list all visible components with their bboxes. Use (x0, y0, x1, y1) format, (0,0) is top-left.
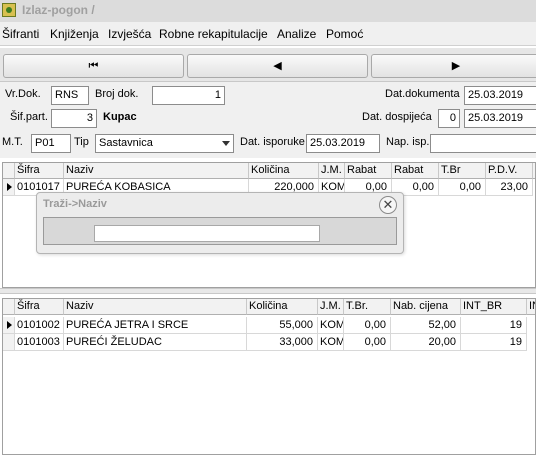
table-cell[interactable]: PUREĆA JETRA I SRCE (64, 317, 247, 334)
menu-analize[interactable]: Analize (277, 27, 316, 41)
menu-knjizenja[interactable]: Knjiženja (50, 27, 99, 41)
table-cell[interactable]: 20,00 (391, 334, 461, 351)
datdok-label: Dat.dokumenta (385, 88, 460, 100)
table-cell[interactable]: 0101002 (15, 317, 64, 334)
search-field-container (43, 217, 397, 245)
menu-bar: Šifranti Knjiženja Izvješća Robne rekapi… (0, 22, 536, 46)
close-icon[interactable]: ✕ (379, 196, 397, 214)
document-header-form: Vr.Dok. RNS Broj dok. 1 Dat.dokumenta 25… (0, 82, 536, 158)
tip-select[interactable]: Sastavnica (95, 134, 234, 153)
mt-label: M.T. (2, 136, 23, 148)
table-cell[interactable]: 0,00 (344, 334, 391, 351)
table-cell[interactable]: KOM (318, 334, 344, 351)
vrdok-field[interactable]: RNS (51, 86, 89, 105)
datdosp-label: Dat. dospijeća (362, 111, 432, 123)
col-header-rabat-2[interactable]: Rabat (392, 163, 439, 179)
app-logo-icon (2, 3, 16, 17)
components-grid[interactable]: Šifra Naziv Količina J.M. T.Br. Nab. cij… (2, 298, 536, 455)
col-header-sifra[interactable]: Šifra (15, 299, 64, 315)
current-row-marker-icon (3, 317, 15, 334)
row-indicator-header (3, 299, 15, 315)
col-header-kolicina[interactable]: Količina (247, 299, 318, 315)
first-record-button[interactable]: ⏮ (3, 54, 184, 78)
table-cell[interactable]: 52,00 (391, 317, 461, 334)
table-cell[interactable]: 19 (461, 334, 527, 351)
col-header-naziv[interactable]: Naziv (64, 299, 247, 315)
partner-name: Kupac (103, 111, 137, 123)
table-cell[interactable]: KOM (318, 317, 344, 334)
table-cell[interactable]: PUREĆI ŽELUDAC (64, 334, 247, 351)
previous-record-button[interactable]: ◀ (187, 54, 368, 78)
tip-select-value: Sastavnica (99, 137, 153, 149)
current-row-marker-icon (3, 179, 15, 196)
col-header-kolicina[interactable]: Količina (249, 163, 319, 179)
table-cell[interactable]: 23,00 (486, 179, 533, 196)
col-header-naziv[interactable]: Naziv (64, 163, 249, 179)
vrdok-label: Vr.Dok. (5, 88, 41, 100)
datdosp-field[interactable]: 25.03.2019 (464, 109, 536, 128)
sifpart-label: Šif.part. (10, 111, 48, 123)
grid-splitter[interactable] (0, 288, 536, 294)
sifpart-field[interactable]: 3 (51, 109, 97, 128)
col-header-int-br[interactable]: INT_BR (461, 299, 527, 315)
menu-izvjesca[interactable]: Izvješća (108, 27, 151, 41)
title-bar: Izlaz-pogon / (0, 0, 536, 22)
napisp-field[interactable] (430, 134, 536, 153)
menu-pomoc[interactable]: Pomoć (326, 27, 363, 41)
datisp-field[interactable]: 25.03.2019 (306, 134, 380, 153)
table-cell[interactable]: 0,00 (439, 179, 486, 196)
next-record-button[interactable]: ▶ (371, 54, 536, 78)
menu-sifranti[interactable]: Šifranti (2, 27, 39, 41)
col-header-tbr[interactable]: T.Br. (344, 299, 391, 315)
table-cell[interactable]: 33,000 (247, 334, 318, 351)
brojdok-label: Broj dok. (95, 88, 139, 100)
col-header-in[interactable]: IN (527, 299, 535, 315)
search-popup: Traži->Naziv ✕ (36, 192, 404, 254)
col-header-tbr[interactable]: T.Br (439, 163, 486, 179)
search-popup-title: Traži->Naziv (43, 198, 107, 210)
tip-label: Tip (74, 136, 89, 148)
napisp-label: Nap. isp. (386, 136, 430, 148)
window-title: Izlaz-pogon / (22, 3, 95, 17)
col-header-jm[interactable]: J.M. (318, 299, 344, 315)
row-indicator (3, 334, 15, 351)
col-header-jm[interactable]: J.M. (319, 163, 345, 179)
datisp-label: Dat. isporuke (240, 136, 305, 148)
table-cell[interactable]: 0101003 (15, 334, 64, 351)
col-header-rabat[interactable]: Rabat (345, 163, 392, 179)
table-cell[interactable]: 0,00 (344, 317, 391, 334)
table-cell[interactable]: 19 (461, 317, 527, 334)
search-input[interactable] (94, 225, 320, 242)
col-header-pdv[interactable]: P.D.V. (486, 163, 533, 179)
datdok-field[interactable]: 25.03.2019 (464, 86, 536, 105)
col-header-nab-cijena[interactable]: Nab. cijena (391, 299, 461, 315)
datdosp-days-field[interactable]: 0 (438, 109, 460, 128)
chevron-down-icon (222, 141, 230, 146)
record-navigator: ⏮ ◀ ▶ (0, 48, 536, 82)
mt-field[interactable]: P01 (31, 134, 71, 153)
row-indicator-header (3, 163, 15, 179)
brojdok-field[interactable]: 1 (152, 86, 225, 105)
col-header-sifra[interactable]: Šifra (15, 163, 64, 179)
menu-robne-rekapitulacije[interactable]: Robne rekapitulacije (159, 27, 268, 41)
table-cell[interactable]: 55,000 (247, 317, 318, 334)
